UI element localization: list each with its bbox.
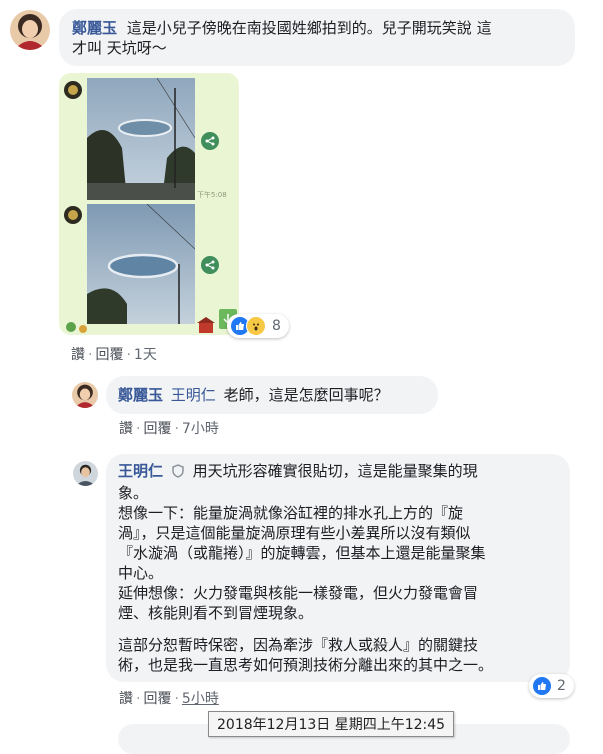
share-icon[interactable] (201, 132, 219, 150)
wow-reaction-icon (246, 316, 266, 336)
comment-bubble: 鄭麗玉 這是小兒子傍晚在南投國姓鄉拍到的。兒子開玩笑說 這 才叫 天坑呀～ (59, 9, 575, 66)
reply-time[interactable]: 7小時 (182, 421, 219, 437)
reaction-count: 8 (272, 318, 281, 334)
share-icon[interactable] (201, 256, 219, 274)
reply-link[interactable]: 回覆 (143, 421, 171, 437)
reply-text-line: 想像一下：能量旋渦就像浴缸裡的排水孔上方的『旋 (118, 504, 464, 522)
chat-timestamp: 下午5:08 (197, 191, 227, 199)
reply-mention[interactable]: 王明仁 (171, 386, 216, 404)
like-link[interactable]: 讚 (119, 421, 133, 437)
reaction-count: 2 (557, 678, 566, 694)
reply-bubble: 王明仁 用天坑形容確實很貼切，這是能量聚集的現 象。 想像一下：能量旋渦就像浴缸… (106, 454, 570, 682)
reply-actions: 讚 · 回覆 · 5小時 (119, 691, 219, 707)
reply-text-line: 這部分恕暫時保密，因為牽涉『救人或殺人』的關鍵技 (118, 636, 479, 654)
reply-text: 老師，這是怎麼回事呢？ (223, 386, 389, 404)
like-link[interactable]: 讚 (119, 691, 133, 707)
avatar-commenter[interactable] (10, 10, 50, 50)
reply-time[interactable]: 5小時 (182, 691, 219, 707)
chat-photo-1 (87, 77, 196, 200)
comment-actions: 讚 · 回覆 · 1天 (71, 347, 157, 363)
comment-text-line2: 才叫 天坑呀～ (72, 39, 167, 57)
reply-text-line: 渦』，只是這個能量旋渦原理有些小差異所以沒有類似 (118, 524, 471, 542)
avatar-commenter[interactable] (73, 461, 98, 486)
chat-photo-2 (87, 203, 196, 324)
chat-avatar-icon (64, 206, 82, 224)
like-link[interactable]: 讚 (71, 347, 85, 363)
comment-attached-image[interactable]: 下午5:08 (59, 73, 239, 335)
reply-text-line: 用天坑形容確實很貼切，這是能量聚集的現 (192, 462, 478, 480)
reply-text-line: 『水漩渦（或龍捲）』的旋轉雲，但基本上還是能量聚集 (118, 544, 486, 562)
avatar-commenter[interactable] (72, 382, 98, 408)
reply-author[interactable]: 鄭麗玉 (118, 386, 163, 404)
comment-author[interactable]: 鄭麗玉 (72, 19, 117, 37)
reply-bubble: 鄭麗玉 王明仁 老師，這是怎麼回事呢？ (106, 376, 438, 414)
reply-author[interactable]: 王明仁 (118, 462, 163, 480)
reaction-summary[interactable]: 2 (529, 674, 574, 698)
chat-avatar-icon (64, 81, 82, 99)
verified-badge-icon (171, 463, 185, 483)
reply-link[interactable]: 回覆 (95, 347, 123, 363)
reply-text-line: 術，也是我一直思考如何預測技術分離出來的其中之一。 (118, 656, 494, 674)
reaction-summary[interactable]: 8 (227, 314, 289, 338)
comment-time[interactable]: 1天 (134, 347, 157, 363)
reply-text-line: 煙、核能則看不到冒煙現象。 (118, 604, 314, 622)
reply-actions: 讚 · 回覆 · 7小時 (119, 421, 219, 437)
timestamp-tooltip: 2018年12月13日 星期四上午12:45 (208, 711, 455, 737)
like-reaction-icon (532, 676, 552, 696)
comment-text-line1: 這是小兒子傍晚在南投國姓鄉拍到的。兒子開玩笑說 這 (126, 19, 492, 37)
reply-link[interactable]: 回覆 (143, 691, 171, 707)
reply-text-line: 延伸想像：火力發電與核能一樣發電，但火力發電會冒 (118, 584, 479, 602)
reply-text-line: 中心。 (118, 564, 164, 582)
reply-text-line: 象。 (118, 484, 149, 502)
sticker-decoration (59, 317, 219, 335)
